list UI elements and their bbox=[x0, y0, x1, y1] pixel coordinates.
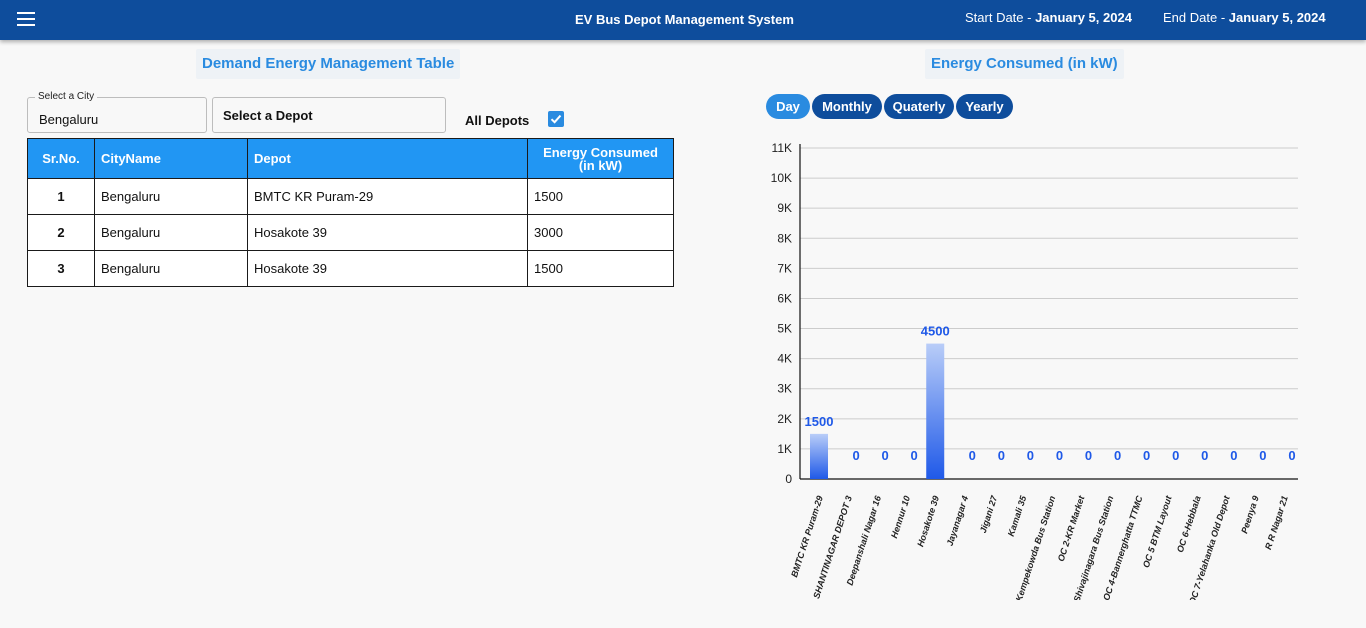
header-cityname: CityName bbox=[94, 138, 248, 179]
y-tick-label: 10K bbox=[771, 171, 792, 185]
y-tick-label: 5K bbox=[777, 322, 792, 336]
data-label: 0 bbox=[1230, 448, 1237, 463]
data-label: 0 bbox=[1259, 448, 1266, 463]
x-tick-label: Peenya 9 bbox=[1239, 495, 1261, 535]
table-header-row: Sr.No. CityName Depot Energy Consumed (i… bbox=[27, 138, 674, 179]
data-label: 4500 bbox=[921, 324, 950, 339]
table-row: 2 Bengaluru Hosakote 39 3000 bbox=[27, 214, 674, 251]
period-monthly-button[interactable]: Monthly bbox=[812, 94, 882, 119]
header-energy-line2: (in kW) bbox=[578, 157, 623, 173]
cell-energy: 1500 bbox=[527, 250, 674, 287]
bar bbox=[810, 433, 828, 479]
period-yearly-button[interactable]: Yearly bbox=[956, 94, 1013, 119]
y-tick-label: 4K bbox=[777, 352, 792, 366]
data-label: 0 bbox=[998, 448, 1005, 463]
data-label: 0 bbox=[1288, 448, 1295, 463]
start-date: Start Date - January 5, 2024 bbox=[965, 10, 1132, 25]
x-tick-label: Hennur 10 bbox=[889, 495, 912, 540]
cell-city: Bengaluru bbox=[94, 178, 248, 215]
city-select-value: Bengaluru bbox=[39, 112, 99, 127]
period-quarterly-button[interactable]: Quaterly bbox=[884, 94, 954, 119]
end-date-value: January 5, 2024 bbox=[1228, 10, 1326, 25]
all-depots-label: All Depots bbox=[465, 113, 530, 128]
table-row: 1 Bengaluru BMTC KR Puram-29 1500 bbox=[27, 178, 674, 215]
x-tick-label: OC 5 BTM Layout bbox=[1141, 494, 1174, 569]
cell-energy: 3000 bbox=[527, 214, 674, 251]
app-header: EV Bus Depot Management System Start Dat… bbox=[0, 0, 1366, 40]
data-label: 0 bbox=[1085, 448, 1092, 463]
depot-select-placeholder: Select a Depot bbox=[223, 108, 313, 123]
data-label: 0 bbox=[1143, 448, 1150, 463]
header-srno: Sr.No. bbox=[27, 138, 95, 179]
energy-bar-chart: 0 1K 2K 3K 4K 5K 6K 7K 8K 9K 10K 11K 1500 BMTC KR Pur… bbox=[771, 141, 1298, 600]
cell-srno: 3 bbox=[27, 250, 95, 287]
y-tick-label: 7K bbox=[777, 261, 792, 275]
city-select[interactable]: Select a City Bengaluru bbox=[27, 91, 207, 133]
data-label: 0 bbox=[1114, 448, 1121, 463]
cell-energy: 1500 bbox=[527, 178, 674, 215]
x-tick-label: Hosakote 39 bbox=[915, 495, 941, 549]
x-tick-label: OC 6-Hebbala bbox=[1175, 495, 1203, 554]
y-tick-label: 11K bbox=[772, 141, 792, 155]
y-tick-label: 8K bbox=[777, 231, 792, 245]
data-label: 0 bbox=[882, 448, 889, 463]
y-tick-label: 0 bbox=[785, 472, 792, 486]
x-tick-label: Jigani 27 bbox=[978, 494, 1000, 535]
all-depots-checkbox[interactable] bbox=[548, 111, 564, 127]
x-tick-label: BMTC KR Puram-29 bbox=[789, 495, 825, 579]
cell-city: Bengaluru bbox=[94, 250, 248, 287]
x-tick-label: Kamali 35 bbox=[1006, 494, 1029, 538]
energy-table: Sr.No. CityName Depot Energy Consumed (i… bbox=[27, 138, 674, 287]
start-date-value: January 5, 2024 bbox=[1035, 10, 1132, 25]
chart-section-title: Energy Consumed (in kW) bbox=[925, 49, 1124, 79]
data-label: 0 bbox=[1201, 448, 1208, 463]
x-tick-label: R R Nagar 21 bbox=[1263, 495, 1290, 551]
header-energy: Energy Consumed (in kW) bbox=[527, 138, 674, 179]
cell-srno: 2 bbox=[27, 214, 95, 251]
data-label: 0 bbox=[852, 448, 859, 463]
data-label: 1500 bbox=[805, 414, 834, 429]
data-label: 0 bbox=[1027, 448, 1034, 463]
y-tick-label: 2K bbox=[777, 412, 792, 426]
data-label: 0 bbox=[911, 448, 918, 463]
y-tick-label: 3K bbox=[777, 382, 792, 396]
cell-srno: 1 bbox=[27, 178, 95, 215]
y-tick-label: 9K bbox=[777, 201, 792, 215]
depot-select[interactable]: Select a Depot bbox=[212, 97, 446, 133]
period-day-button[interactable]: Day bbox=[766, 94, 810, 119]
data-label: 0 bbox=[969, 448, 976, 463]
y-tick-label: 6K bbox=[777, 291, 792, 305]
cell-city: Bengaluru bbox=[94, 214, 248, 251]
checkmark-icon bbox=[550, 114, 562, 124]
cell-depot: Hosakote 39 bbox=[247, 250, 528, 287]
x-tick-label: Jayanagar 4 bbox=[945, 495, 971, 548]
cell-depot: BMTC KR Puram-29 bbox=[247, 178, 528, 215]
end-date: End Date - January 5, 2024 bbox=[1163, 10, 1326, 25]
app-title: EV Bus Depot Management System bbox=[575, 12, 794, 27]
data-label: 0 bbox=[1056, 448, 1063, 463]
x-tick-label: OC 2-KR Market bbox=[1056, 494, 1087, 563]
hamburger-menu-icon[interactable] bbox=[17, 12, 35, 26]
cell-depot: Hosakote 39 bbox=[247, 214, 528, 251]
table-section-title: Demand Energy Management Table bbox=[196, 49, 461, 79]
city-select-legend: Select a City bbox=[35, 91, 98, 102]
end-date-label: End Date - bbox=[1163, 10, 1229, 25]
bar bbox=[926, 343, 945, 479]
header-depot: Depot bbox=[247, 138, 528, 179]
start-date-label: Start Date - bbox=[965, 10, 1036, 25]
data-label: 0 bbox=[1172, 448, 1179, 463]
table-row: 3 Bengaluru Hosakote 39 1500 bbox=[27, 250, 674, 287]
y-tick-label: 1K bbox=[777, 442, 792, 456]
